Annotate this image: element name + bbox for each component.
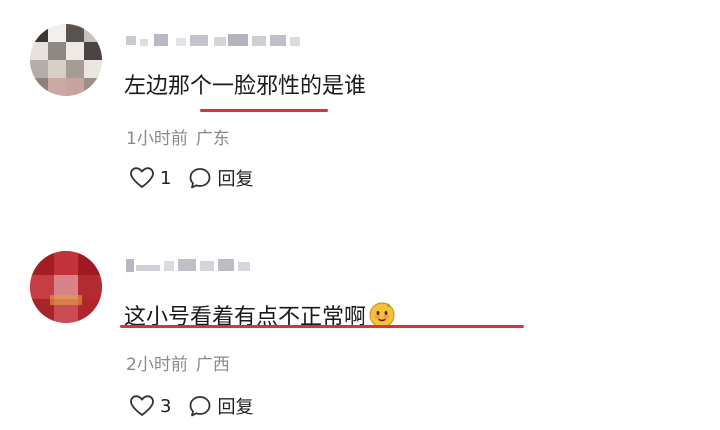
comment-item: 这小号看着有点不正常啊 2小时前 广西 3 回复 [0, 215, 720, 430]
comment-item: 左边那个一脸邪性的是谁 1小时前 广东 1 回复 [0, 0, 720, 215]
chat-bubble-icon [190, 396, 211, 417]
comment-text: 左边那个一脸邪性的是谁 [124, 74, 367, 99]
comment-actions: 1 回复 [130, 163, 253, 193]
heart-icon [130, 395, 154, 416]
chat-bubble-icon [190, 168, 211, 189]
like-button[interactable]: 3 [130, 395, 171, 417]
like-count: 3 [160, 395, 172, 417]
reply-label: 回复 [217, 169, 254, 190]
highlight-underline [120, 325, 524, 328]
reply-button[interactable]: 回复 [189, 393, 253, 419]
like-count: 1 [160, 167, 172, 189]
heart-icon [130, 167, 154, 188]
comment-time: 2小时前 [126, 355, 188, 375]
comment-location: 广东 [195, 129, 230, 149]
comment-text: 这小号看着有点不正常啊 [124, 300, 396, 337]
comment-location: 广西 [195, 355, 230, 375]
comment-time: 1小时前 [126, 129, 188, 149]
comment-actions: 3 回复 [130, 391, 253, 421]
highlight-underline [200, 109, 328, 112]
comment-meta: 1小时前 广东 [126, 124, 230, 149]
slightly-smiling-emoji-icon [368, 300, 396, 337]
avatar[interactable] [30, 251, 102, 323]
like-button[interactable]: 1 [130, 167, 171, 189]
comment-meta: 2小时前 广西 [126, 350, 230, 375]
reply-label: 回复 [217, 397, 254, 418]
reply-button[interactable]: 回复 [189, 165, 253, 191]
username-blurred[interactable] [124, 30, 304, 52]
avatar[interactable] [30, 24, 102, 96]
username-blurred[interactable] [124, 255, 254, 277]
